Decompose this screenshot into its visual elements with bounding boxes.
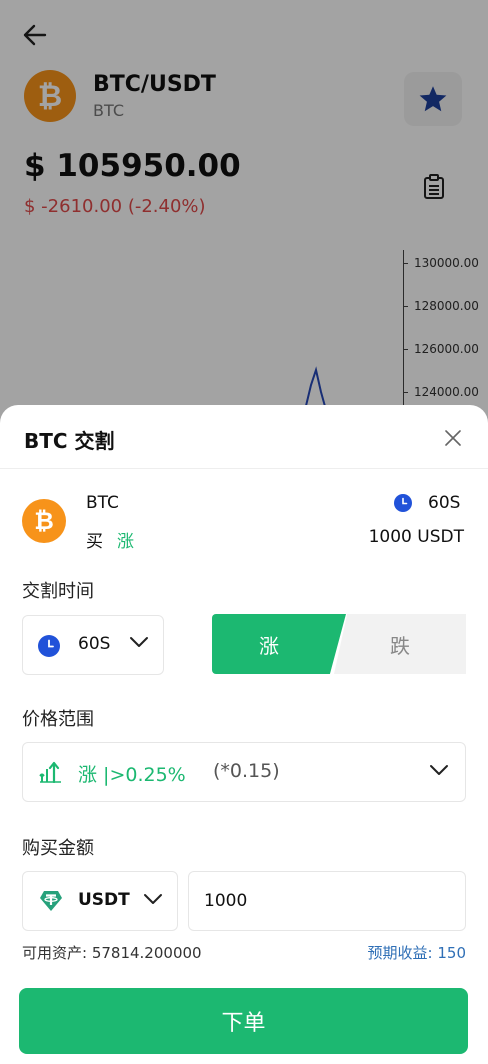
price-range-multiplier: (*0.15) [213, 760, 280, 782]
delivery-order-sheet: BTC 交割 ₿ BTC 买 涨 60S 1000 USDT 交割时间 60S … [0, 405, 488, 1064]
btc-logo-icon: ₿ [22, 499, 66, 543]
place-order-button[interactable]: 下单 [19, 988, 468, 1054]
order-summary: ₿ BTC 买 涨 60S 1000 USDT [0, 485, 488, 555]
close-icon[interactable] [440, 425, 466, 451]
trend-up-icon [39, 761, 61, 783]
direction-toggle: 涨 跌 [212, 614, 466, 674]
currency-select[interactable]: USDT [22, 871, 178, 931]
delivery-time-select[interactable]: 60S [22, 615, 164, 675]
direction-up-button[interactable]: 涨 [212, 614, 346, 674]
purchase-amount-label: 购买金额 [22, 838, 94, 859]
chevron-down-icon [430, 765, 448, 775]
delivery-time-value: 60S [78, 634, 111, 654]
delivery-time-label: 交割时间 [22, 581, 94, 602]
clock-icon [394, 494, 412, 512]
expected-profit: 预期收益: 150 [367, 944, 466, 962]
summary-time: 60S [428, 493, 461, 513]
price-range-value: 涨 |>0.25% [78, 764, 186, 786]
available-assets: 可用资产: 57814.200000 [22, 944, 202, 962]
summary-coin: BTC [86, 493, 119, 513]
summary-amount: 1000 USDT [368, 527, 464, 547]
currency-value: USDT [78, 890, 130, 910]
direction-down-button[interactable]: 跌 [334, 614, 466, 674]
sheet-header: BTC 交割 [0, 405, 488, 469]
purchase-amount-input[interactable] [188, 871, 466, 931]
clock-icon [38, 635, 60, 657]
summary-direction-value: 涨 [117, 532, 134, 552]
chevron-down-icon [130, 637, 148, 647]
chevron-down-icon [144, 894, 162, 904]
sheet-title: BTC 交割 [24, 429, 115, 453]
summary-direction-label: 买 [86, 532, 103, 552]
usdt-tether-icon [40, 891, 62, 911]
price-range-select[interactable]: 涨 |>0.25% (*0.15) [22, 742, 466, 802]
price-range-label: 价格范围 [22, 709, 94, 730]
